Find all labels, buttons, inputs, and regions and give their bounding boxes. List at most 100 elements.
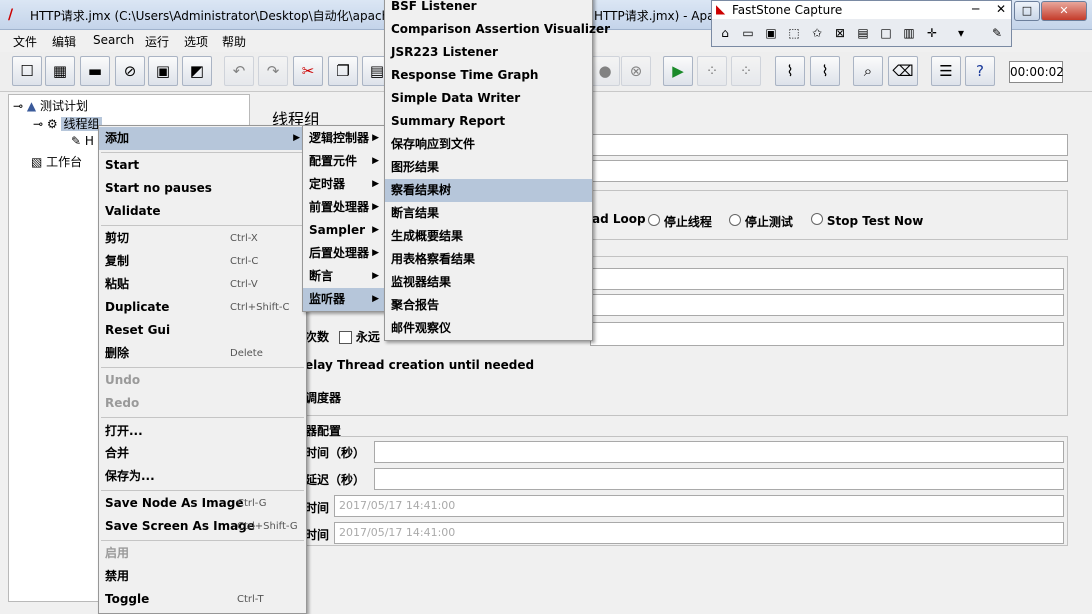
listener-monitor-results[interactable]: 监视器结果 bbox=[385, 271, 592, 294]
menu-item-open[interactable]: 打开... bbox=[99, 420, 306, 443]
tree-node-test-plan[interactable]: ⊸ ▲ 测试计划 bbox=[13, 97, 88, 114]
menu-item-validate[interactable]: Validate bbox=[99, 200, 306, 223]
stop-test-now-radio[interactable]: Stop Test Now bbox=[811, 213, 923, 228]
function-helper-icon[interactable]: ☰ bbox=[931, 56, 961, 86]
listener-simple-data-writer[interactable]: Simple Data Writer bbox=[385, 87, 592, 110]
capture-freehand-icon[interactable]: ✩ bbox=[808, 24, 826, 42]
start-time-field[interactable]: 2017/05/17 14:41:00 bbox=[334, 495, 1064, 517]
duration-field[interactable] bbox=[374, 441, 1064, 463]
submenu-assertion[interactable]: 断言 ▶ bbox=[303, 265, 385, 288]
listener-comparison-assertion[interactable]: Comparison Assertion Visualizer bbox=[385, 18, 610, 41]
menu-edit[interactable]: 编辑 bbox=[52, 33, 76, 50]
maximize-button[interactable]: □ bbox=[1014, 1, 1040, 21]
faststone-close-button[interactable]: ✕ bbox=[996, 2, 1006, 16]
capture-scroll-icon[interactable]: ▤ bbox=[854, 24, 872, 42]
menu-item-paste[interactable]: 粘贴 Ctrl-V bbox=[99, 273, 306, 296]
redo-icon[interactable]: ↷ bbox=[258, 56, 288, 86]
tree-node-workbench[interactable]: ▧ 工作台 bbox=[31, 153, 82, 170]
listener-aggregate-report[interactable]: 聚合报告 bbox=[385, 294, 592, 317]
menu-item-start-no-pauses[interactable]: Start no pauses bbox=[99, 177, 306, 200]
listener-summary-report[interactable]: Summary Report bbox=[385, 110, 592, 133]
listener-bsf[interactable]: BSF Listener bbox=[385, 0, 592, 18]
copy-icon[interactable]: ❐ bbox=[328, 56, 358, 86]
submenu-post-processor[interactable]: 后置处理器 ▶ bbox=[303, 242, 385, 265]
menu-item-copy[interactable]: 复制 Ctrl-C bbox=[99, 250, 306, 273]
save-icon[interactable]: ▣ bbox=[148, 56, 178, 86]
settings-icon[interactable]: ✎ bbox=[988, 24, 1006, 42]
templates-icon[interactable]: ▦ bbox=[45, 56, 75, 86]
menu-item-save-as[interactable]: 保存为... bbox=[99, 465, 306, 488]
submenu-pre-processor[interactable]: 前置处理器 ▶ bbox=[303, 196, 385, 219]
undo-icon[interactable]: ↶ bbox=[224, 56, 254, 86]
listener-response-time-graph[interactable]: Response Time Graph bbox=[385, 64, 592, 87]
startup-delay-field[interactable] bbox=[374, 468, 1064, 490]
reset-search-icon[interactable]: ⌫ bbox=[888, 56, 918, 86]
menu-file[interactable]: 文件 bbox=[13, 33, 37, 50]
tree-node-thread-group[interactable]: ⊸ ⚙ 线程组 bbox=[33, 115, 102, 132]
listener-generate-summary[interactable]: 生成概要结果 bbox=[385, 225, 592, 248]
ramp-up-field[interactable] bbox=[590, 294, 1064, 316]
loop-count-field[interactable] bbox=[590, 322, 1064, 346]
listener-mailer-visualizer[interactable]: 邮件观察仪 bbox=[385, 317, 592, 340]
menu-item-reset-gui[interactable]: Reset Gui bbox=[99, 319, 306, 342]
new-icon[interactable]: ☐ bbox=[12, 56, 42, 86]
save-as-icon[interactable]: ◩ bbox=[182, 56, 212, 86]
help-icon[interactable]: ? bbox=[965, 56, 995, 86]
submenu-config-element[interactable]: 配置元件 ▶ bbox=[303, 150, 385, 173]
listener-view-results-table[interactable]: 用表格察看结果 bbox=[385, 248, 592, 271]
listener-save-responses[interactable]: 保存响应到文件 bbox=[385, 133, 592, 156]
name-field[interactable] bbox=[590, 134, 1068, 156]
menu-help[interactable]: 帮助 bbox=[222, 33, 246, 50]
clear-all-icon[interactable]: ⌇ bbox=[810, 56, 840, 86]
remote-stop-icon[interactable]: ⁘ bbox=[697, 56, 727, 86]
remote-shutdown-icon[interactable]: ⁘ bbox=[731, 56, 761, 86]
capture-object-icon[interactable]: ▣ bbox=[762, 24, 780, 42]
submenu-listener[interactable]: 监听器 ▶ bbox=[303, 288, 385, 311]
close-button[interactable]: ✕ bbox=[1041, 1, 1087, 21]
open-icon[interactable]: ▬ bbox=[80, 56, 110, 86]
tree-toggle-icon[interactable]: ⊸ bbox=[33, 117, 43, 131]
capture-video-icon[interactable]: ▥ bbox=[900, 24, 918, 42]
menu-item-cut[interactable]: 剪切 Ctrl-X bbox=[99, 227, 306, 250]
submenu-logic-controller[interactable]: 逻辑控制器 ▶ bbox=[303, 127, 385, 150]
menu-item-merge[interactable]: 合并 bbox=[99, 442, 306, 465]
tree-node-http-request[interactable]: ✎ H bbox=[71, 134, 94, 148]
capture-fullscreen-icon[interactable]: ⊠ bbox=[831, 24, 849, 42]
menu-item-disable[interactable]: 禁用 bbox=[99, 565, 306, 588]
capture-rect-icon[interactable]: ⬚ bbox=[785, 24, 803, 42]
submenu-sampler[interactable]: Sampler ▶ bbox=[303, 219, 385, 242]
menu-item-duplicate[interactable]: Duplicate Ctrl+Shift-C bbox=[99, 296, 306, 319]
menu-run[interactable]: 运行 bbox=[145, 33, 169, 50]
listener-assertion-results[interactable]: 断言结果 bbox=[385, 202, 592, 225]
forever-checkbox[interactable]: 永远 bbox=[339, 328, 380, 345]
listener-jsr223[interactable]: JSR223 Listener bbox=[385, 41, 592, 64]
listener-graph-results[interactable]: 图形结果 bbox=[385, 156, 592, 179]
stop-icon[interactable]: ● bbox=[590, 56, 620, 86]
menu-item-delete[interactable]: 删除 Delete bbox=[99, 342, 306, 365]
crosshair-icon[interactable]: ✛ bbox=[923, 24, 941, 42]
menu-item-redo[interactable]: Redo bbox=[99, 392, 306, 415]
tree-toggle-icon[interactable]: ⊸ bbox=[13, 99, 23, 113]
menu-item-save-node-image[interactable]: Save Node As Image Ctrl-G bbox=[99, 492, 306, 515]
menu-item-save-screen-image[interactable]: Save Screen As Image Ctrl+Shift-G bbox=[99, 515, 306, 538]
end-time-field[interactable]: 2017/05/17 14:41:00 bbox=[334, 522, 1064, 544]
listener-view-results-tree[interactable]: 察看结果树 bbox=[385, 179, 592, 202]
search-icon[interactable]: ⌕ bbox=[853, 56, 883, 86]
comments-field[interactable] bbox=[590, 160, 1068, 182]
menu-item-toggle[interactable]: Toggle Ctrl-T bbox=[99, 588, 306, 611]
menu-item-start[interactable]: Start bbox=[99, 154, 306, 177]
capture-fixed-icon[interactable]: □ bbox=[877, 24, 895, 42]
stop-thread-radio[interactable]: 停止线程 bbox=[648, 213, 712, 230]
stop-test-radio[interactable]: 停止测试 bbox=[729, 213, 793, 230]
menu-item-enable[interactable]: 启用 bbox=[99, 542, 306, 565]
faststone-minimize-button[interactable]: ─ bbox=[972, 2, 979, 16]
menu-options[interactable]: 选项 bbox=[184, 33, 208, 50]
open-folder-icon[interactable]: ⌂ bbox=[716, 24, 734, 42]
cut-icon[interactable]: ✂ bbox=[293, 56, 323, 86]
menu-item-undo[interactable]: Undo bbox=[99, 369, 306, 392]
clear-icon[interactable]: ⌇ bbox=[775, 56, 805, 86]
num-threads-field[interactable] bbox=[590, 268, 1064, 290]
remote-start-icon[interactable]: ▶ bbox=[663, 56, 693, 86]
submenu-timer[interactable]: 定时器 ▶ bbox=[303, 173, 385, 196]
close-file-icon[interactable]: ⊘ bbox=[115, 56, 145, 86]
